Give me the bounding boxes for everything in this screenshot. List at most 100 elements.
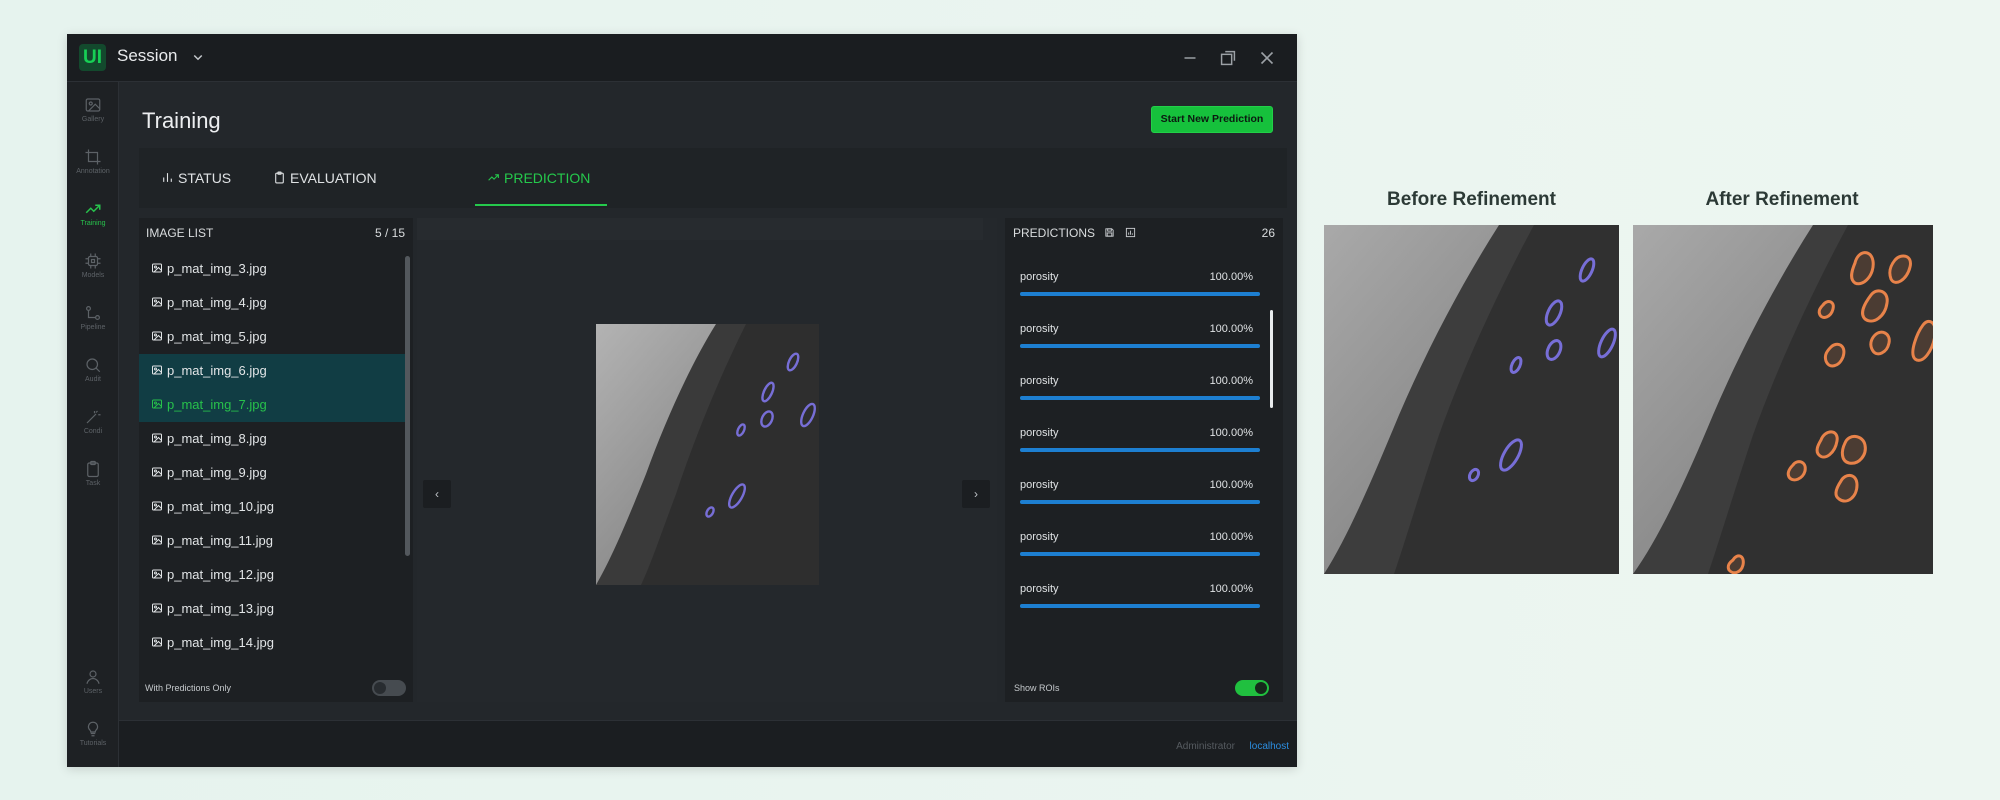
list-item[interactable]: p_mat_img_3.jpg [139, 252, 405, 286]
chevron-down-icon[interactable] [189, 48, 207, 66]
prediction-label: porosity [1020, 323, 1059, 335]
trending-up-icon [488, 174, 499, 181]
with-predictions-only-toggle[interactable] [372, 680, 406, 696]
rail-label: Tutorials [79, 740, 107, 747]
list-item-label: p_mat_img_8.jpg [167, 431, 267, 446]
prediction-item[interactable]: porosity 100.00% [1011, 356, 1273, 408]
prediction-score-bar [1020, 500, 1260, 504]
list-item-label: p_mat_img_14.jpg [167, 635, 274, 650]
rail-label: Condi [83, 428, 103, 435]
prediction-label: porosity [1020, 583, 1059, 595]
status-host-link[interactable]: localhost [1250, 741, 1289, 752]
prediction-score-bar-fill [1020, 604, 1260, 608]
prediction-item[interactable]: porosity 100.00% [1011, 304, 1273, 356]
image-icon [152, 467, 162, 477]
rail-item-audit[interactable]: Audit [67, 348, 119, 396]
previous-image-button[interactable]: ‹ [423, 480, 451, 508]
predictions-list: porosity 100.00% porosity 100.00% porosity 10… [1011, 252, 1273, 652]
rail-item-tutorials[interactable]: Tutorials [67, 712, 119, 760]
prediction-score-bar [1020, 604, 1260, 608]
status-user: Administrator [1176, 741, 1235, 752]
prediction-score: 100.00% [1209, 375, 1253, 387]
toggle-knob [374, 682, 386, 694]
rail-item-pipeline[interactable]: Pipeline [67, 296, 119, 344]
tab-evaluation[interactable]: EVALUATION [273, 148, 377, 208]
rail-item-gallery[interactable]: Gallery [67, 88, 119, 136]
rail-item-condi[interactable]: Condi [67, 400, 119, 448]
list-item[interactable]: p_mat_img_13.jpg [139, 592, 405, 626]
prediction-label: porosity [1020, 479, 1059, 491]
prediction-item[interactable]: porosity 100.00% [1011, 564, 1273, 616]
rail-label: Task [85, 480, 101, 487]
toggle-knob [1255, 682, 1267, 694]
prediction-score-bar [1020, 552, 1260, 556]
list-item[interactable]: p_mat_img_4.jpg [139, 286, 405, 320]
page-title: Training [142, 108, 221, 133]
prediction-score-bar-fill [1020, 500, 1260, 504]
prediction-image [596, 324, 819, 585]
prediction-label: porosity [1020, 531, 1059, 543]
rail-label: Training [80, 220, 106, 227]
list-item[interactable]: p_mat_img_6.jpg [139, 354, 405, 388]
rail-item-annotation[interactable]: Annotation [67, 140, 119, 188]
list-item[interactable]: p_mat_img_7.jpg [139, 388, 405, 422]
list-item[interactable]: p_mat_img_14.jpg [139, 626, 405, 660]
list-item-label: p_mat_img_6.jpg [167, 363, 267, 378]
image-list-scrollbar[interactable] [405, 256, 410, 556]
clipboard-icon [275, 171, 284, 184]
prediction-score-bar [1020, 396, 1260, 400]
image-icon [152, 569, 162, 579]
image-list-count: 5 / 15 [374, 226, 405, 240]
prediction-item[interactable]: porosity 100.00% [1011, 512, 1273, 564]
rail-item-models[interactable]: Models [67, 244, 119, 292]
list-item-label: p_mat_img_12.jpg [167, 567, 274, 582]
prediction-label: porosity [1020, 271, 1059, 283]
prediction-score-bar [1020, 292, 1260, 296]
list-item[interactable]: p_mat_img_5.jpg [139, 320, 405, 354]
tab-bar: STATUS EVALUATION PREDICTION [139, 148, 1287, 208]
image-list-footer: With Predictions Only [139, 674, 413, 702]
image-list: p_mat_img_3.jpg p_mat_img_4.jpg p_mat_img_… [139, 252, 405, 662]
image-icon [152, 637, 162, 647]
minimize-icon[interactable] [1179, 47, 1201, 69]
clipboard-icon [87, 460, 99, 478]
tab-status[interactable]: STATUS [161, 148, 231, 208]
tab-label: STATUS [178, 170, 232, 186]
list-item[interactable]: p_mat_img_12.jpg [139, 558, 405, 592]
prediction-item[interactable]: porosity 100.00% [1011, 252, 1273, 304]
close-icon[interactable] [1256, 47, 1278, 69]
next-image-button[interactable]: › [962, 480, 990, 508]
list-item[interactable]: p_mat_img_11.jpg [139, 524, 405, 558]
rail-item-task[interactable]: Task [67, 452, 119, 500]
start-new-prediction-button[interactable]: Start New Prediction [1151, 106, 1273, 133]
prediction-score: 100.00% [1209, 583, 1253, 595]
tab-prediction[interactable]: PREDICTION [475, 148, 607, 208]
list-item[interactable]: p_mat_img_8.jpg [139, 422, 405, 456]
list-item[interactable]: p_mat_img_9.jpg [139, 456, 405, 490]
predictions-title: PREDICTIONS [1013, 226, 1096, 240]
restore-icon[interactable] [1217, 47, 1239, 69]
prediction-item[interactable]: porosity 100.00% [1011, 408, 1273, 460]
rail-item-users[interactable]: Users [67, 660, 119, 708]
list-item-label: p_mat_img_13.jpg [167, 601, 274, 616]
rail-label: Audit [85, 376, 101, 383]
save-icon[interactable] [1104, 227, 1115, 238]
rail-item-training[interactable]: Training [67, 192, 119, 240]
bulb-icon [87, 721, 99, 737]
show-rois-toggle[interactable] [1235, 680, 1269, 696]
bar-chart-icon[interactable] [1125, 227, 1136, 238]
image-icon [152, 433, 162, 443]
session-title[interactable]: Session [117, 46, 177, 66]
list-item[interactable]: p_mat_img_10.jpg [139, 490, 405, 524]
prediction-score-bar [1020, 448, 1260, 452]
list-item-label: p_mat_img_10.jpg [167, 499, 274, 514]
prediction-item[interactable]: porosity 100.00% [1011, 460, 1273, 512]
before-refinement-title: Before Refinement [1387, 189, 1556, 210]
image-icon [85, 98, 101, 112]
predictions-scrollbar[interactable] [1270, 310, 1273, 408]
prediction-score-bar [1020, 344, 1260, 348]
prediction-score-bar-fill [1020, 396, 1260, 400]
list-item-label: p_mat_img_4.jpg [167, 295, 267, 310]
prediction-score: 100.00% [1209, 271, 1253, 283]
app-window: UI Session Gallery Annotation Training M… [67, 34, 1297, 767]
